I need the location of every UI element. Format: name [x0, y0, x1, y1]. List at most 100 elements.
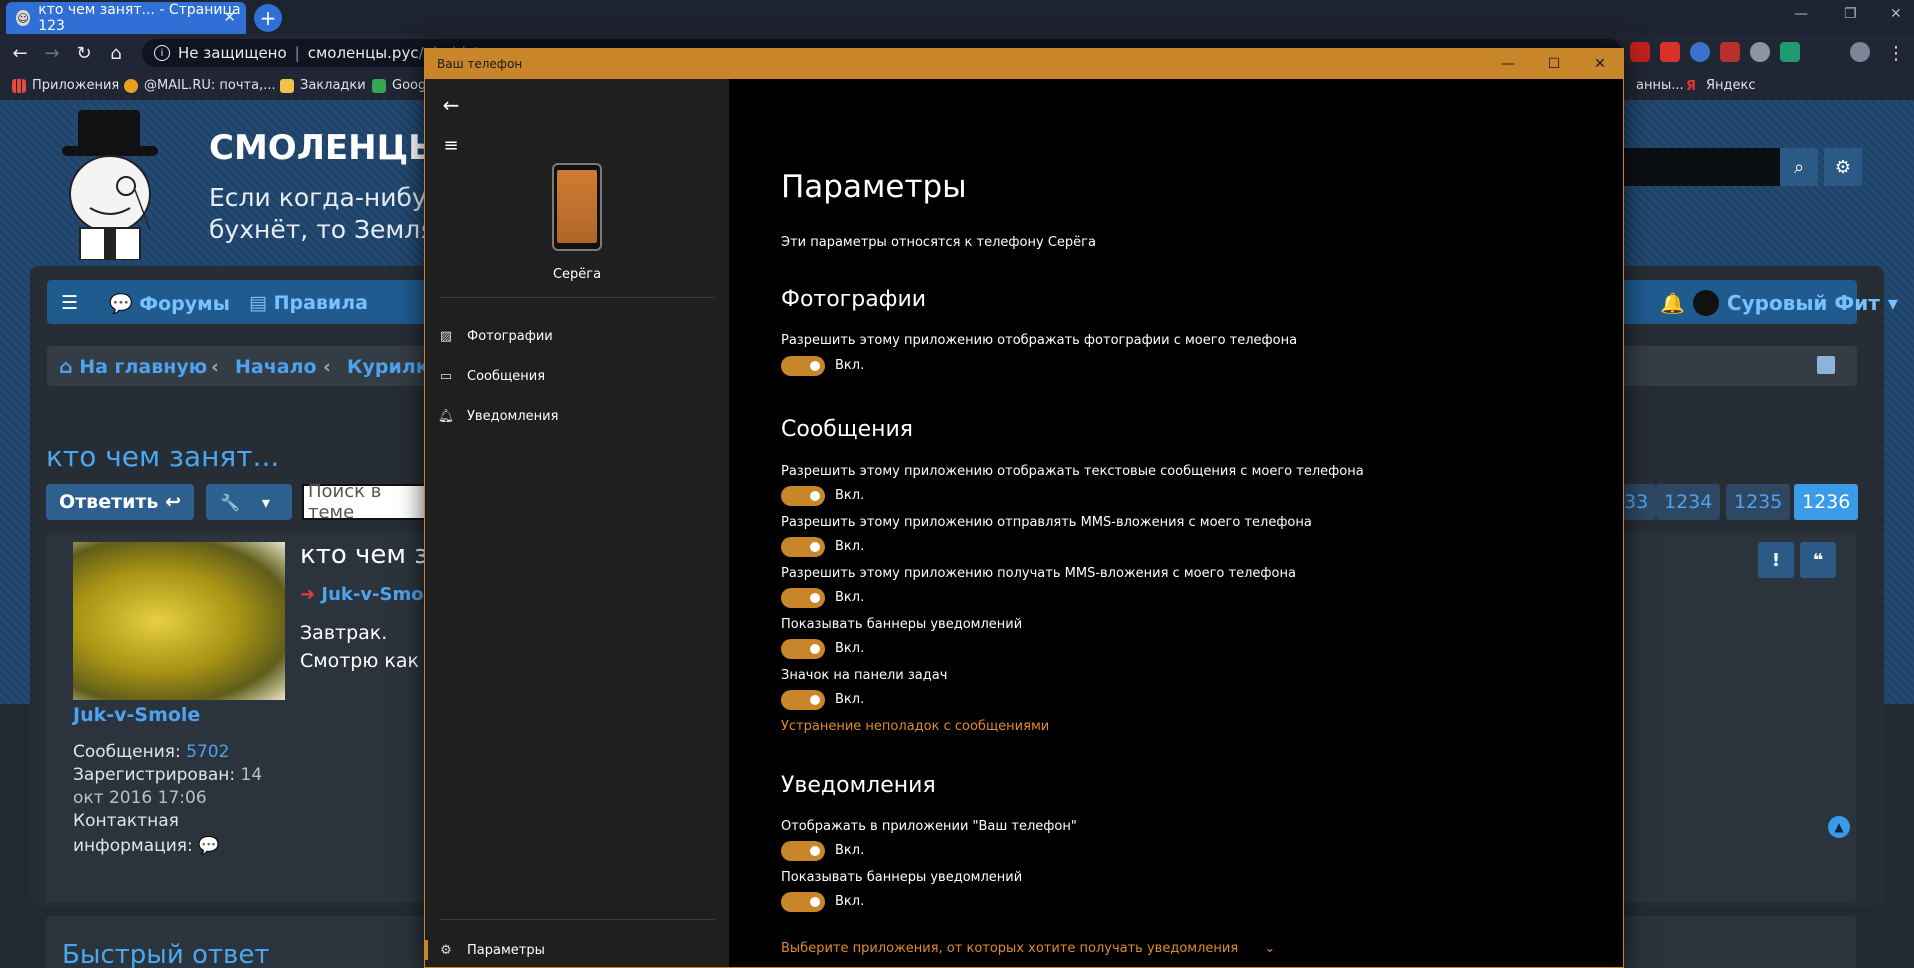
maximize-icon[interactable]: ☐	[1531, 49, 1577, 79]
taskbar-badge-toggle[interactable]	[781, 690, 825, 710]
message-banners-toggle[interactable]	[781, 639, 825, 659]
gear-icon[interactable]: ⚙	[1824, 148, 1862, 186]
browser-tab[interactable]: ☺ кто чем занят... - Страница 123 ✕	[6, 2, 246, 34]
topic-title[interactable]: кто чем занят...	[46, 440, 279, 473]
nav-photos[interactable]: ▨ Фотографии	[437, 319, 717, 353]
menu-dots-icon[interactable]: ⋮	[1884, 41, 1908, 65]
crumb-label: На главную	[79, 356, 208, 378]
setting-label: Показывать баннеры уведомлений	[781, 617, 1023, 632]
site-logo[interactable]	[40, 110, 180, 260]
play-icon	[372, 78, 386, 93]
tab-close-icon[interactable]: ✕	[223, 8, 236, 26]
reply-button[interactable]: Ответить ↩	[46, 484, 194, 520]
gear-icon: ⚙	[440, 942, 452, 958]
yandex-icon: Я	[1686, 78, 1697, 94]
reload-icon[interactable]: ↻	[72, 41, 96, 65]
notifications-in-app-toggle[interactable]	[781, 841, 825, 861]
page-link-current[interactable]: 1236	[1794, 484, 1859, 520]
post-author-name: Juk-v-Smo	[321, 584, 424, 605]
toggle-state: Вкл.	[835, 488, 865, 503]
back-arrow-icon[interactable]: ←	[435, 89, 467, 121]
mms-send-toggle[interactable]	[781, 537, 825, 557]
extension-icon[interactable]	[1780, 42, 1800, 62]
minimize-icon[interactable]: —	[1794, 6, 1808, 22]
extension-icon[interactable]	[1630, 42, 1650, 62]
setting-label: Разрешить этому приложению получать MMS-…	[781, 566, 1296, 581]
extension-icon[interactable]	[1720, 42, 1740, 62]
crumb-smoking[interactable]: Курилк	[347, 356, 429, 378]
nav-notifications[interactable]: 🔔︎ Уведомления	[437, 399, 717, 433]
nav-rules-label: Правила	[273, 292, 368, 314]
photos-toggle[interactable]	[781, 356, 825, 376]
section-messages-header: Сообщения	[781, 417, 914, 442]
chat-bubble-icon[interactable]: 💬	[198, 836, 219, 856]
nav-messages-label: Сообщения	[467, 368, 546, 384]
poster-contact: информация: 💬	[73, 836, 219, 856]
nav-messages[interactable]: ▭ Сообщения	[437, 359, 717, 393]
bookmark-mailru[interactable]: @MAIL.RU: почта,...	[124, 78, 276, 93]
minimize-icon[interactable]: —	[1485, 49, 1531, 79]
extension-icon[interactable]	[1690, 42, 1710, 62]
topic-search-input[interactable]: Поиск в теме	[302, 481, 432, 523]
sms-toggle[interactable]	[781, 486, 825, 506]
nav-notifications-label: Уведомления	[467, 408, 559, 424]
page-link[interactable]: 1235	[1726, 484, 1791, 520]
troubleshoot-messages-link[interactable]: Устранение неполадок с сообщениями	[781, 719, 1049, 734]
info-icon[interactable]: i	[154, 45, 170, 61]
search-icon[interactable]: ⌕	[1780, 148, 1818, 186]
bookmark-apps[interactable]: Приложения	[12, 78, 119, 93]
nav-settings[interactable]: ⚙ Параметры	[425, 933, 717, 967]
close-icon[interactable]: ✕	[1890, 6, 1902, 22]
forum-search-input[interactable]	[1600, 148, 1780, 186]
setting-label: Разрешить этому приложению отправлять MM…	[781, 515, 1312, 530]
toggle-state: Вкл.	[835, 539, 865, 554]
poster-name[interactable]: Juk-v-Smole	[73, 704, 200, 726]
restore-icon[interactable]: ❐	[1844, 6, 1857, 22]
feed-icon[interactable]	[1817, 356, 1835, 374]
scroll-up-icon[interactable]: ▲	[1828, 816, 1850, 838]
new-tab-button[interactable]: +	[254, 4, 282, 32]
wrench-icon: 🔧	[220, 492, 240, 512]
extension-icon[interactable]	[1660, 42, 1680, 62]
site-description-line: бухнёт, то Земля	[209, 215, 436, 244]
profile-avatar[interactable]	[1850, 42, 1870, 62]
section-notifications-header: Уведомления	[781, 773, 936, 798]
crumb-home[interactable]: ⌂ На главную	[59, 356, 207, 378]
notification-banners-toggle[interactable]	[781, 892, 825, 912]
nav-rules[interactable]: ▤ Правила	[249, 292, 368, 314]
user-name: Суровый Фит	[1726, 291, 1880, 315]
bookmark-yandex[interactable]: Я Яндекс	[1686, 78, 1756, 94]
back-icon[interactable]: ←	[8, 41, 32, 65]
bookmark-label: Яндекс	[1706, 78, 1756, 93]
topic-tools-button[interactable]: 🔧 ▾	[206, 484, 292, 520]
nav-settings-label: Параметры	[467, 942, 545, 958]
bookmark-other[interactable]: анны...	[1636, 78, 1684, 93]
page-subtitle: Эти параметры относятся к телефону Серёг…	[781, 235, 1096, 250]
post-author[interactable]: ➜ Juk-v-Smo	[300, 584, 424, 605]
quote-icon[interactable]: ❝	[1800, 542, 1836, 578]
crumb-start[interactable]: Начало	[235, 356, 317, 378]
forward-icon[interactable]: →	[40, 41, 64, 65]
choose-apps-link[interactable]: Выберите приложения, от которых хотите п…	[781, 941, 1275, 956]
mms-receive-toggle[interactable]	[781, 588, 825, 608]
report-icon[interactable]: !	[1758, 542, 1794, 578]
folder-icon	[280, 78, 294, 93]
toggle-state: Вкл.	[835, 358, 865, 373]
bookmark-folder[interactable]: Закладки	[280, 78, 366, 93]
close-icon[interactable]: ✕	[1577, 49, 1623, 79]
user-menu[interactable]: 🔔 Суровый Фит ▾	[1660, 290, 1898, 316]
nav-forums[interactable]: 💬 Форумы	[109, 292, 230, 315]
page-link[interactable]: 1234	[1656, 484, 1721, 520]
post-title[interactable]: кто чем з	[300, 540, 428, 570]
posts-value[interactable]: 5702	[186, 742, 229, 762]
bookmark-label: Goog	[392, 78, 427, 93]
extension-icon[interactable]	[1750, 42, 1770, 62]
browser-tab-strip: ☺ кто чем занят... - Страница 123 ✕ + — …	[0, 0, 1914, 34]
hamburger-icon[interactable]: ☰	[61, 292, 78, 314]
home-icon[interactable]: ⌂	[104, 41, 128, 65]
settings-content: Параметры Эти параметры относятся к теле…	[729, 79, 1623, 967]
quick-reply-title[interactable]: Быстрый ответ	[62, 940, 270, 968]
bookmark-google[interactable]: Goog	[372, 78, 426, 93]
bell-icon[interactable]: 🔔	[1660, 291, 1685, 315]
hamburger-icon[interactable]: ≡	[435, 129, 467, 161]
